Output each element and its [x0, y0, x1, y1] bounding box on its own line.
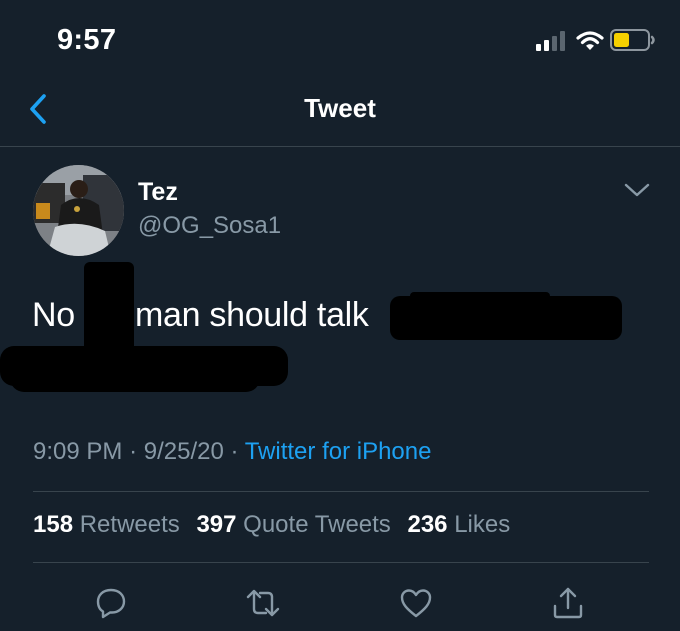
- retweets-label: Retweets: [79, 511, 180, 538]
- author-handle[interactable]: @OG_Sosa1: [138, 212, 281, 240]
- tweet-date: 9/25/20: [143, 438, 224, 465]
- nav-bar: Tweet: [0, 80, 680, 147]
- signal-icon: [536, 31, 565, 51]
- meta-separator: ·: [230, 438, 239, 465]
- quote-tweets-stat[interactable]: 397 Quote Tweets: [196, 511, 390, 538]
- meta-separator: ·: [129, 438, 138, 465]
- likes-stat[interactable]: 236 Likes: [407, 511, 510, 538]
- tweet-meta: 9:09 PM · 9/25/20 · Twitter for iPhone: [33, 438, 431, 466]
- redaction-mark: [410, 292, 550, 302]
- like-icon[interactable]: [398, 585, 434, 621]
- tweet-text-word: No: [32, 296, 75, 334]
- quotes-label: Quote Tweets: [243, 511, 391, 538]
- divider: [33, 562, 649, 563]
- divider: [33, 491, 649, 492]
- wifi-icon: [576, 31, 604, 50]
- tweet-text-word: man should talk: [135, 296, 369, 334]
- status-bar: 9:57: [0, 0, 680, 80]
- tweet-stats: 158 Retweets 397 Quote Tweets 236 Likes: [33, 511, 520, 539]
- author-name[interactable]: Tez: [138, 178, 178, 207]
- page-title: Tweet: [304, 93, 376, 123]
- status-time: 9:57: [57, 24, 117, 56]
- retweets-stat[interactable]: 158 Retweets: [33, 511, 180, 538]
- redaction-mark: [390, 296, 622, 340]
- redaction-mark: [116, 264, 128, 294]
- tweet-source-link[interactable]: Twitter for iPhone: [245, 438, 432, 465]
- reply-icon[interactable]: [93, 585, 129, 621]
- chevron-down-icon[interactable]: [622, 178, 652, 202]
- share-icon[interactable]: [550, 585, 586, 621]
- redaction-mark: [10, 364, 260, 392]
- battery-icon: [610, 29, 655, 51]
- quotes-count: 397: [196, 511, 237, 538]
- retweet-icon[interactable]: [245, 585, 281, 621]
- likes-count: 236: [407, 511, 448, 538]
- likes-label: Likes: [454, 511, 511, 538]
- retweets-count: 158: [33, 511, 74, 538]
- avatar[interactable]: [33, 165, 124, 256]
- avatar-photo: [33, 165, 124, 256]
- tweet-time: 9:09 PM: [33, 438, 123, 465]
